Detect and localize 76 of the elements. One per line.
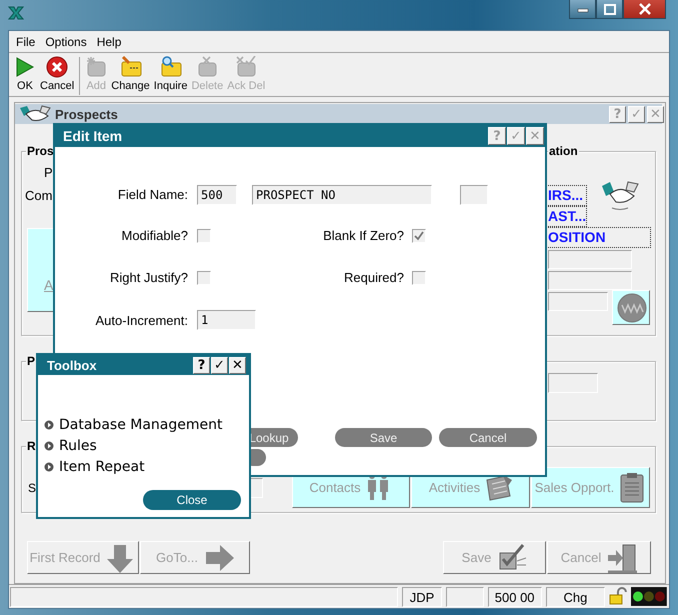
toolbar-button[interactable]: OK (12, 55, 38, 93)
toolbox-link[interactable]: Item Repeat (59, 459, 145, 475)
pencil-folder-icon (120, 56, 142, 78)
checkbox-pen-icon (497, 542, 528, 572)
text-field[interactable] (548, 250, 632, 269)
nav-button[interactable]: Cancel (547, 541, 651, 574)
status-field (446, 587, 484, 607)
clipboard-icon (618, 472, 646, 504)
globe-icon (617, 293, 647, 323)
traffic-light-icon (631, 587, 667, 606)
nav-button[interactable]: Save (443, 541, 546, 574)
x-card-icon (196, 56, 218, 78)
input-field[interactable] (460, 185, 488, 205)
close-button[interactable]: Close (143, 490, 241, 510)
checkbox[interactable] (197, 229, 211, 243)
module-button[interactable]: Sales Opport. (531, 467, 650, 508)
x-check-card-icon (235, 56, 258, 78)
maximize-button[interactable] (596, 0, 623, 19)
input-field[interactable]: 1 (197, 310, 256, 330)
door-arrow-icon (607, 542, 638, 572)
right-arrow-icon (204, 542, 234, 572)
minimize-button[interactable] (569, 0, 596, 19)
padlock-icon (609, 587, 628, 605)
web-button[interactable] (612, 290, 650, 325)
close-button[interactable] (623, 0, 666, 19)
bullet-icon (44, 441, 54, 451)
toolbar-button[interactable]: Cancel (38, 55, 76, 93)
checkbox-label: Modifiable? (120, 228, 188, 243)
text-field[interactable] (548, 373, 598, 393)
toolbar-button[interactable]: Inquire (152, 55, 190, 93)
status-field: JDP (402, 587, 442, 607)
dialog-title: Edit Item (63, 128, 122, 144)
checkbox-label: Blank If Zero? (322, 228, 404, 243)
magnifier-folder-icon (160, 56, 182, 78)
checkbox[interactable] (412, 271, 426, 285)
field-label: Field Name: (116, 187, 188, 202)
field-label: S (28, 481, 36, 495)
text-field[interactable] (548, 292, 608, 311)
field-label: P (44, 165, 53, 180)
nav-button[interactable]: First Record (27, 541, 139, 574)
toolbox-link[interactable]: Database Management (59, 417, 222, 433)
handshake-icon (18, 104, 52, 124)
status-field: Chg (546, 587, 606, 607)
checkbox[interactable] (197, 271, 211, 285)
close-icon (636, 3, 652, 15)
link[interactable]: A (44, 277, 54, 293)
title-bar-button[interactable]: ? (193, 357, 210, 374)
bullet-icon (44, 462, 54, 472)
menu-item[interactable]: Help (92, 32, 126, 50)
bullet-icon (44, 420, 54, 430)
number-field[interactable]: 500 (197, 185, 237, 205)
toolbox-link[interactable]: Rules (59, 438, 97, 454)
field-label: Com (25, 188, 52, 203)
menu-item[interactable]: File (11, 32, 40, 50)
check-icon (413, 230, 425, 242)
play-icon (14, 56, 36, 78)
title-bar-button[interactable]: ✓ (211, 357, 228, 374)
cancel-icon (46, 56, 68, 78)
title-bar-button[interactable]: ✕ (229, 357, 246, 374)
menu-item[interactable]: Options (40, 32, 92, 50)
app-logo-icon (8, 6, 24, 20)
status-field: 500 00 (488, 587, 542, 607)
checkbox[interactable] (412, 229, 426, 243)
dialog-button[interactable]: Save (335, 428, 432, 447)
toolbar-button[interactable]: Change (109, 55, 152, 93)
dialog-button[interactable]: Cancel (439, 428, 537, 447)
field-label: Auto-Increment: (94, 313, 188, 328)
form-title: Prospects (55, 107, 118, 122)
name-field[interactable]: PROSPECT NO (252, 185, 432, 205)
asterisk-card-icon (85, 56, 108, 78)
text-field[interactable] (548, 271, 632, 290)
nav-button[interactable]: GoTo... (140, 541, 250, 574)
dialog-title: Toolbox (47, 358, 97, 373)
checkbox-label: Required? (343, 270, 404, 285)
maximize-icon (602, 3, 618, 15)
checkbox-label: Right Justify? (108, 270, 188, 285)
